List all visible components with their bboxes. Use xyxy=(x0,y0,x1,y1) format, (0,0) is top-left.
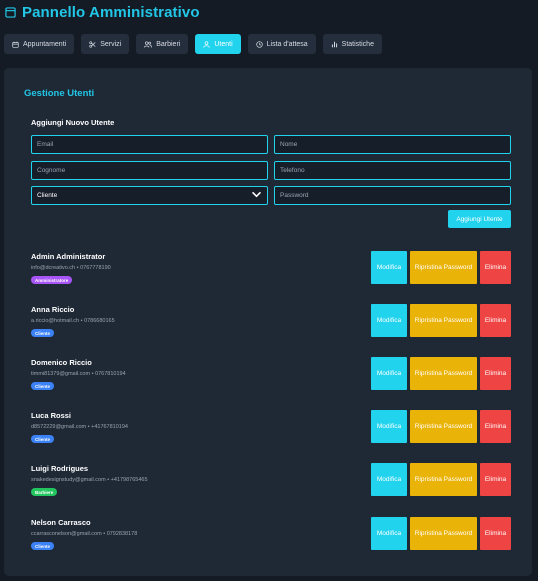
add-user-form-title: Aggiungi Nuovo Utente xyxy=(31,118,115,127)
user-row: Anna Riccio a.riccio@hotmail.ch • 078668… xyxy=(31,304,511,354)
delete-button[interactable]: Elimina xyxy=(480,517,511,550)
user-email: snakedesignstudy@gmail.com xyxy=(31,477,106,483)
user-phone: 0786680165 xyxy=(84,318,115,324)
user-row: Luigi Rodrigues snakedesignstudy@gmail.c… xyxy=(31,463,511,513)
email-field[interactable]: Email xyxy=(31,135,268,154)
chevron-down-icon xyxy=(251,191,262,200)
user-email: info@dcreativo.ch xyxy=(31,265,76,271)
user-row: Luca Rossi d8572229@gmail.com • +4176781… xyxy=(31,410,511,460)
user-management-panel: Gestione Utenti Aggiungi Nuovo Utente Em… xyxy=(4,68,532,576)
users-icon xyxy=(144,41,153,48)
tab-lista-attesa[interactable]: Lista d'attesa xyxy=(247,34,316,54)
tab-utenti[interactable]: Utenti xyxy=(195,34,241,54)
user-phone: 0792838178 xyxy=(106,531,138,537)
delete-button[interactable]: Elimina xyxy=(480,410,511,443)
delete-button[interactable]: Elimina xyxy=(480,304,511,337)
tab-statistiche[interactable]: Statistiche xyxy=(322,34,382,54)
role-badge: Cliente xyxy=(31,435,55,443)
edit-button[interactable]: Modifica xyxy=(371,251,407,284)
bar-chart-icon xyxy=(331,41,338,48)
tab-bar: Appuntamenti Servizi Barbieri Utenti Lis… xyxy=(4,34,382,54)
add-user-button[interactable]: Aggiungi Utente xyxy=(448,210,511,228)
role-select[interactable]: Cliente xyxy=(31,186,268,205)
user-contact: timmi81379@gmail.com • 0767810194 xyxy=(31,371,126,377)
delete-button[interactable]: Elimina xyxy=(480,251,511,284)
user-name: Anna Riccio xyxy=(31,305,75,314)
edit-button[interactable]: Modifica xyxy=(371,517,407,550)
user-phone: 0767778190 xyxy=(80,265,111,271)
nome-field[interactable]: Nome xyxy=(274,135,511,154)
role-badge: Cliente xyxy=(31,329,55,337)
tab-servizi[interactable]: Servizi xyxy=(81,34,130,54)
reset-password-button[interactable]: Ripristina Password xyxy=(410,251,477,284)
user-contact: info@dcreativo.ch • 0767778190 xyxy=(31,265,111,271)
tab-label: Appuntamenti xyxy=(23,40,67,48)
role-badge: Barbiere xyxy=(31,488,58,496)
app-title: Pannello Amministrativo xyxy=(22,4,200,21)
telefono-field[interactable]: Telefono xyxy=(274,161,511,180)
user-row: Domenico Riccio timmi81379@gmail.com • 0… xyxy=(31,357,511,407)
edit-button[interactable]: Modifica xyxy=(371,410,407,443)
tab-label: Barbieri xyxy=(156,40,181,48)
role-select-value: Cliente xyxy=(37,192,58,199)
cognome-field[interactable]: Cognome xyxy=(31,161,268,180)
user-phone: 0767810194 xyxy=(95,371,126,377)
reset-password-button[interactable]: Ripristina Password xyxy=(410,463,477,496)
user-phone: +41767810194 xyxy=(91,424,128,430)
user-contact: a.riccio@hotmail.ch • 0786680165 xyxy=(31,318,115,324)
user-contact: ccarrasconelson@gmail.com • 0792838178 xyxy=(31,531,138,537)
tab-label: Lista d'attesa xyxy=(266,40,308,48)
user-icon xyxy=(203,40,210,48)
edit-button[interactable]: Modifica xyxy=(371,463,407,496)
user-email: d8572229@gmail.com xyxy=(31,424,87,430)
user-row: Nelson Carrasco ccarrasconelson@gmail.co… xyxy=(31,517,511,567)
edit-button[interactable]: Modifica xyxy=(371,357,407,390)
user-phone: +41798765465 xyxy=(110,477,148,483)
delete-button[interactable]: Elimina xyxy=(480,463,511,496)
app-header: Pannello Amministrativo xyxy=(5,4,200,21)
password-field[interactable]: Password xyxy=(274,186,511,205)
tab-barbieri[interactable]: Barbieri xyxy=(136,34,189,54)
user-contact: d8572229@gmail.com • +41767810194 xyxy=(31,424,128,430)
user-name: Nelson Carrasco xyxy=(31,518,91,527)
role-badge: Amministratore xyxy=(31,276,73,284)
reset-password-button[interactable]: Ripristina Password xyxy=(410,304,477,337)
panel-title: Gestione Utenti xyxy=(24,88,95,99)
user-name: Luca Rossi xyxy=(31,411,72,420)
user-row: Admin Administrator info@dcreativo.ch • … xyxy=(31,251,511,301)
user-name: Domenico Riccio xyxy=(31,358,92,367)
role-badge: Cliente xyxy=(31,542,55,550)
tab-appuntamenti[interactable]: Appuntamenti xyxy=(4,34,75,54)
tab-label: Utenti xyxy=(214,40,233,48)
tab-label: Servizi xyxy=(100,40,122,48)
tab-label: Statistiche xyxy=(341,40,374,48)
layout-icon xyxy=(5,7,16,18)
user-email: a.riccio@hotmail.ch xyxy=(31,318,80,324)
user-name: Admin Administrator xyxy=(31,252,106,261)
reset-password-button[interactable]: Ripristina Password xyxy=(410,410,477,443)
scissors-icon xyxy=(89,40,96,48)
user-email: timmi81379@gmail.com xyxy=(31,371,91,377)
user-email: ccarrasconelson@gmail.com xyxy=(31,531,102,537)
calendar-icon xyxy=(12,41,19,48)
clock-icon xyxy=(255,40,263,48)
delete-button[interactable]: Elimina xyxy=(480,357,511,390)
reset-password-button[interactable]: Ripristina Password xyxy=(410,357,477,390)
role-badge: Cliente xyxy=(31,382,55,390)
reset-password-button[interactable]: Ripristina Password xyxy=(410,517,477,550)
user-name: Luigi Rodrigues xyxy=(31,464,89,473)
user-contact: snakedesignstudy@gmail.com • +4179876546… xyxy=(31,477,148,483)
edit-button[interactable]: Modifica xyxy=(371,304,407,337)
